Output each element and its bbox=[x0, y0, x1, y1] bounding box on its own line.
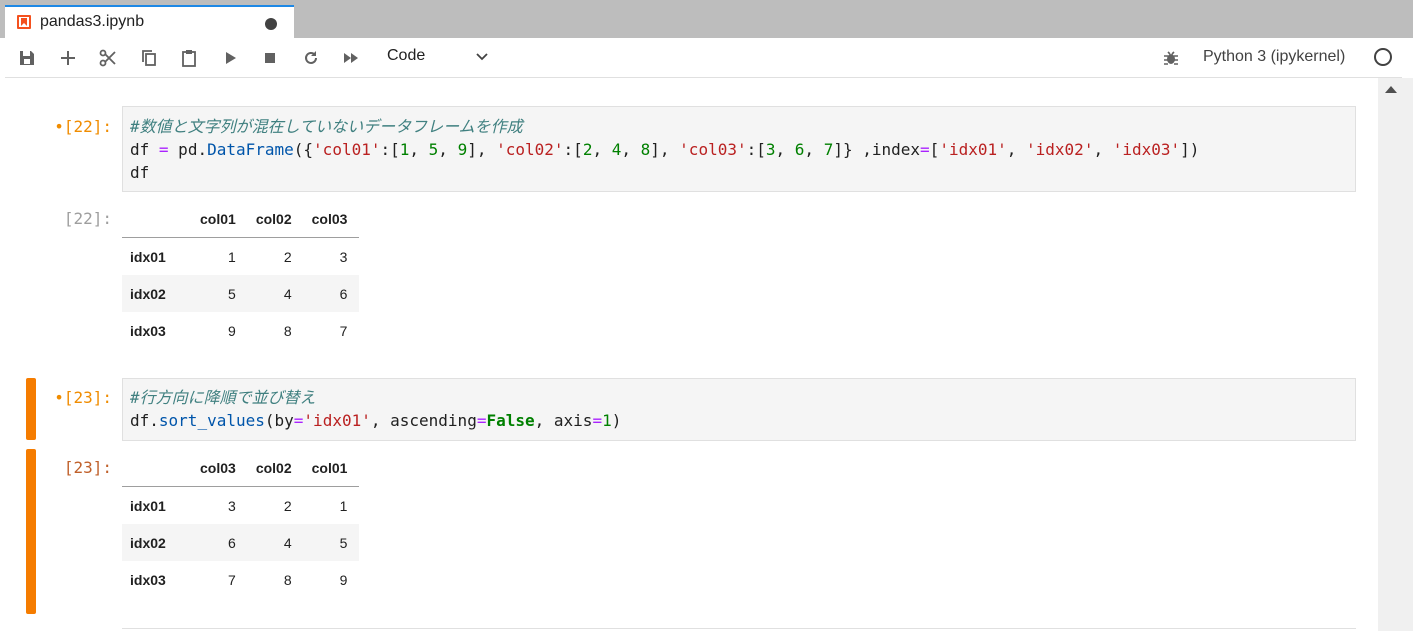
table-cell: 5 bbox=[339, 534, 348, 551]
copy-button[interactable] bbox=[136, 45, 162, 71]
index-header bbox=[122, 449, 192, 487]
paste-button[interactable] bbox=[176, 45, 202, 71]
index-header bbox=[122, 200, 192, 238]
column-header: col01 bbox=[192, 200, 248, 238]
tab-bar: pandas3.ipynb bbox=[0, 0, 1413, 39]
restart-button[interactable] bbox=[298, 45, 324, 71]
table-row: idx01 1 2 3 bbox=[122, 238, 359, 276]
output-prompt: [23]: bbox=[63, 458, 112, 477]
table-cell: 8 bbox=[283, 322, 292, 339]
table-cell: 4 bbox=[283, 534, 292, 551]
run-icon bbox=[226, 52, 236, 64]
notebook-icon bbox=[17, 15, 31, 29]
table-cell: 6 bbox=[228, 534, 236, 551]
scroll-up-icon[interactable] bbox=[1385, 86, 1397, 93]
table-cell: 8 bbox=[283, 571, 292, 588]
table-row: idx03 9 8 7 bbox=[122, 312, 359, 349]
table-cell: 4 bbox=[283, 285, 292, 302]
table-cell: 9 bbox=[339, 571, 348, 588]
add-icon bbox=[61, 51, 75, 65]
table-header-row: col01 col02 col03 bbox=[122, 200, 360, 238]
dataframe-table: col03 col02 col01 idx01 3 2 1 idx02 6 4 … bbox=[122, 449, 360, 598]
table-header-row: col03 col02 col01 bbox=[122, 449, 360, 487]
notebook-toolbar: Code Python 3 (ipykernel) bbox=[5, 38, 1402, 78]
restart-icon bbox=[305, 51, 317, 64]
code-line: df bbox=[130, 163, 150, 182]
dataframe-table: col01 col02 col03 idx01 1 2 3 idx02 5 4 … bbox=[122, 200, 360, 349]
row-index: idx01 bbox=[130, 497, 166, 514]
table-cell: 1 bbox=[228, 248, 236, 265]
stop-button[interactable] bbox=[257, 45, 283, 71]
add-cell-button[interactable] bbox=[55, 45, 81, 71]
row-index: idx02 bbox=[130, 285, 166, 302]
column-header: col03 bbox=[303, 200, 360, 238]
column-header: col02 bbox=[247, 449, 304, 487]
table-cell: 3 bbox=[339, 248, 348, 265]
column-header: col01 bbox=[303, 449, 360, 487]
notebook-tab[interactable]: pandas3.ipynb bbox=[5, 5, 294, 39]
table-row: idx02 6 4 5 bbox=[122, 524, 360, 561]
row-index: idx03 bbox=[130, 322, 166, 339]
table-cell: 7 bbox=[339, 322, 348, 339]
table-cell: 1 bbox=[339, 497, 348, 514]
code-comment: #数値と文字列が混在していないデータフレームを作成 bbox=[130, 117, 523, 136]
input-collapser[interactable] bbox=[26, 378, 36, 440]
kernel-status-icon bbox=[1374, 48, 1392, 66]
stop-icon bbox=[265, 53, 275, 63]
code-input[interactable]: #行方向に降順で並び替え df.sort_values(by='idx01', … bbox=[122, 378, 1356, 441]
debugger-icon[interactable] bbox=[1158, 45, 1184, 71]
output-prompt: [22]: bbox=[63, 209, 112, 228]
save-button[interactable] bbox=[14, 45, 40, 71]
code-line: #数値と文字列が混在していないデータフレームを作成 bbox=[123, 115, 1355, 138]
vertical-scrollbar[interactable] bbox=[1378, 78, 1413, 631]
row-index: idx01 bbox=[130, 248, 166, 265]
column-header: col02 bbox=[247, 200, 304, 238]
table-row: idx01 3 2 1 bbox=[122, 487, 359, 525]
code-line: df.sort_values(by='idx01', ascending=Fal… bbox=[130, 411, 622, 430]
code-line: df = pd.DataFrame({'col01':[1, 5, 9], 'c… bbox=[130, 140, 1200, 159]
code-input[interactable]: #数値と文字列が混在していないデータフレームを作成 df = pd.DataFr… bbox=[122, 106, 1356, 192]
table-cell: 5 bbox=[228, 285, 236, 302]
save-icon bbox=[20, 51, 34, 65]
fast-forward-icon bbox=[344, 53, 358, 63]
table-cell: 2 bbox=[283, 248, 292, 265]
kernel-name[interactable]: Python 3 (ipykernel) bbox=[1203, 48, 1345, 66]
paste-icon bbox=[182, 50, 196, 67]
run-all-button[interactable] bbox=[338, 45, 364, 71]
table-row: idx03 7 8 9 bbox=[122, 561, 359, 598]
table-cell: 9 bbox=[228, 322, 236, 339]
table-cell: 7 bbox=[228, 571, 236, 588]
chevron-down-icon[interactable] bbox=[474, 48, 490, 69]
table-cell: 3 bbox=[228, 497, 236, 514]
code-line: #行方向に降順で並び替え bbox=[123, 386, 1355, 409]
table-row: idx02 5 4 6 bbox=[122, 275, 360, 312]
row-index: idx03 bbox=[130, 571, 166, 588]
run-button[interactable] bbox=[217, 45, 243, 71]
column-header: col03 bbox=[192, 449, 248, 487]
table-cell: 6 bbox=[339, 285, 348, 302]
copy-icon bbox=[142, 50, 156, 66]
output-collapser[interactable] bbox=[26, 449, 36, 614]
cut-button[interactable] bbox=[95, 45, 121, 71]
code-comment: #行方向に降順で並び替え bbox=[130, 388, 316, 407]
unsaved-indicator-icon[interactable] bbox=[265, 18, 277, 30]
table-cell: 2 bbox=[283, 497, 292, 514]
input-prompt: •[22]: bbox=[54, 117, 112, 136]
tab-title: pandas3.ipynb bbox=[40, 13, 145, 30]
input-prompt: •[23]: bbox=[54, 388, 112, 407]
cell-type-select[interactable]: Code bbox=[387, 47, 425, 65]
row-index: idx02 bbox=[130, 534, 166, 551]
cut-icon bbox=[99, 49, 116, 67]
